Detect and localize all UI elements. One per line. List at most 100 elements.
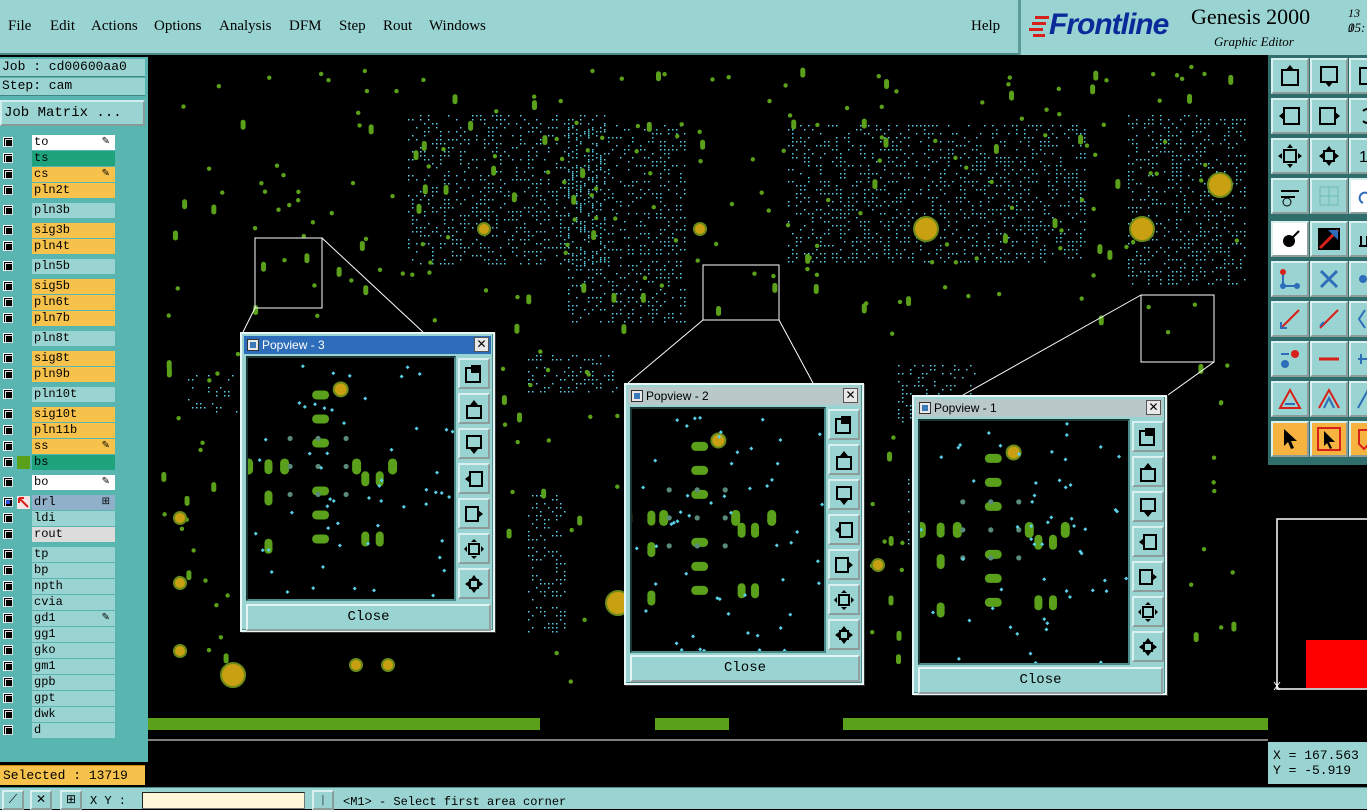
- layer-name[interactable]: pln8t: [32, 331, 115, 346]
- angle-icon[interactable]: [1349, 301, 1367, 337]
- layer-row-pln4t[interactable]: pln4t: [0, 239, 118, 254]
- select-arrow-icon[interactable]: [1271, 421, 1309, 457]
- layer-checkbox[interactable]: [3, 677, 13, 687]
- layer-name[interactable]: pln10t: [32, 387, 115, 402]
- layer-row-gpb[interactable]: gpb: [0, 675, 118, 690]
- layer-checkbox[interactable]: [3, 581, 13, 591]
- menu-windows[interactable]: Windows: [429, 18, 486, 35]
- layer-name[interactable]: d: [32, 723, 115, 738]
- layer-checkbox[interactable]: [3, 205, 13, 215]
- popview-1-titlebar[interactable]: Popview - 1 ✕: [916, 399, 1163, 417]
- layer-row-dwk[interactable]: dwk: [0, 707, 118, 722]
- menu-edit[interactable]: Edit: [50, 18, 75, 35]
- add-line-icon[interactable]: [1310, 221, 1348, 257]
- zoom-out-icon[interactable]: [1132, 596, 1164, 627]
- pan-left-icon[interactable]: [828, 514, 860, 545]
- layer-checkbox[interactable]: [3, 497, 13, 507]
- pad-dots-icon[interactable]: [1271, 341, 1309, 377]
- layer-name[interactable]: drl⊞: [32, 495, 115, 510]
- layer-checkbox[interactable]: [3, 613, 13, 623]
- layer-name[interactable]: bp: [32, 563, 115, 578]
- layer-row-pln10t[interactable]: pln10t: [0, 387, 118, 402]
- popview-1-view[interactable]: [920, 421, 1128, 663]
- job-matrix-button[interactable]: Job Matrix ...: [0, 100, 145, 126]
- select-shield-icon[interactable]: [1349, 421, 1367, 457]
- layer-checkbox[interactable]: [3, 725, 13, 735]
- layer-row-sig5b[interactable]: sig5b: [0, 279, 118, 294]
- layer-row-bo[interactable]: bo✎: [0, 475, 118, 490]
- zoom-out-icon[interactable]: [1271, 138, 1309, 174]
- measure-icon[interactable]: [1271, 178, 1309, 214]
- layer-row-pln11b[interactable]: pln11b: [0, 423, 118, 438]
- layer-row-pln9b[interactable]: pln9b: [0, 367, 118, 382]
- layer-checkbox[interactable]: [3, 693, 13, 703]
- layer-checkbox[interactable]: [3, 185, 13, 195]
- zoom-top-icon[interactable]: [1271, 58, 1309, 94]
- layer-name[interactable]: bs: [32, 455, 115, 470]
- layer-name[interactable]: pln7b: [32, 311, 115, 326]
- zoom-bottom-icon[interactable]: [1132, 491, 1164, 522]
- layer-checkbox[interactable]: [3, 389, 13, 399]
- connect-icon[interactable]: [1271, 261, 1309, 297]
- layer-checkbox[interactable]: [3, 477, 13, 487]
- zoom-out-icon[interactable]: [828, 584, 860, 615]
- layer-name[interactable]: pln9b: [32, 367, 115, 382]
- layer-row-pln6t[interactable]: pln6t: [0, 295, 118, 310]
- layer-checkbox[interactable]: [3, 333, 13, 343]
- zoom-out-icon[interactable]: [458, 533, 490, 564]
- h-measure-icon[interactable]: [1349, 341, 1367, 377]
- layer-name[interactable]: gpt: [32, 691, 115, 706]
- layer-checkbox[interactable]: [3, 549, 13, 559]
- layer-row-pln3b[interactable]: pln3b: [0, 203, 118, 218]
- menu-actions[interactable]: Actions: [91, 18, 138, 35]
- layer-row-pln2t[interactable]: pln2t: [0, 183, 118, 198]
- layer-checkbox[interactable]: [3, 169, 13, 179]
- overview-map[interactable]: [1270, 512, 1367, 697]
- layer-row-bp[interactable]: bp: [0, 563, 118, 578]
- layer-name[interactable]: gd1✎: [32, 611, 115, 626]
- layer-checkbox[interactable]: [3, 529, 13, 539]
- grid-icon[interactable]: [1310, 178, 1348, 214]
- layer-row-pln7b[interactable]: pln7b: [0, 311, 118, 326]
- popview-2-view[interactable]: [632, 409, 824, 651]
- layer-row-drl[interactable]: drl⊞: [0, 495, 118, 510]
- snap-icon[interactable]: [1349, 178, 1367, 214]
- undo-view-icon[interactable]: [1349, 98, 1367, 134]
- diagonal-icon[interactable]: ⟋: [2, 790, 24, 810]
- add-feature-icon[interactable]: [1271, 221, 1309, 257]
- layer-name[interactable]: gm1: [32, 659, 115, 674]
- layer-checkbox[interactable]: [3, 261, 13, 271]
- layer-checkbox[interactable]: [3, 457, 13, 467]
- layer-name[interactable]: sig10t: [32, 407, 115, 422]
- layer-checkbox[interactable]: [3, 137, 13, 147]
- pan-left-icon[interactable]: [458, 463, 490, 494]
- layer-name[interactable]: rout: [32, 527, 115, 542]
- layer-name[interactable]: ts: [32, 151, 115, 166]
- pan-right-icon[interactable]: [1132, 561, 1164, 592]
- zoom-level-icon[interactable]: 1: [1349, 138, 1367, 174]
- menu-step[interactable]: Step: [339, 18, 366, 35]
- layer-row-gg1[interactable]: gg1: [0, 627, 118, 642]
- layer-checkbox[interactable]: [3, 225, 13, 235]
- layer-checkbox[interactable]: [3, 645, 13, 655]
- peak-tool-icon[interactable]: [1349, 381, 1367, 417]
- layer-row-pln8t[interactable]: pln8t: [0, 331, 118, 346]
- layer-row-cs[interactable]: cs✎: [0, 167, 118, 182]
- layer-checkbox[interactable]: [3, 513, 13, 523]
- layer-checkbox[interactable]: [3, 409, 13, 419]
- layer-row-gko[interactable]: gko: [0, 643, 118, 658]
- layer-row-sig3b[interactable]: sig3b: [0, 223, 118, 238]
- layer-checkbox[interactable]: [3, 709, 13, 719]
- pan-right-icon[interactable]: [828, 549, 860, 580]
- add-pad-icon[interactable]: [1349, 221, 1367, 257]
- layer-row-ldi[interactable]: ldi: [0, 511, 118, 526]
- layer-name[interactable]: pln5b: [32, 259, 115, 274]
- menu-options[interactable]: Options: [154, 18, 202, 35]
- zoom-in-icon[interactable]: [458, 568, 490, 599]
- cross-icon[interactable]: [1310, 261, 1348, 297]
- layer-name[interactable]: bo✎: [32, 475, 115, 490]
- zoom-in-icon[interactable]: [1310, 138, 1348, 174]
- popview-3-view[interactable]: [248, 358, 454, 599]
- select-box-arrow-icon[interactable]: [1310, 421, 1348, 457]
- layer-checkbox[interactable]: [3, 565, 13, 575]
